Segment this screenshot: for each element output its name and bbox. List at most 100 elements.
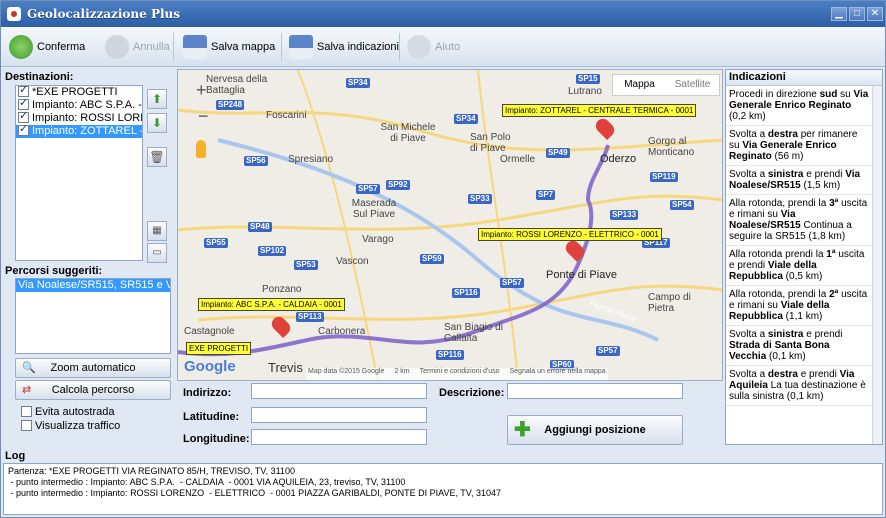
toolbar: Conferma Annulla Salva mappa Salva indic… (1, 27, 885, 67)
confirm-label: Conferma (37, 41, 86, 53)
log-label: Log (5, 450, 26, 462)
map-view[interactable]: SP34 SP15 SP248 SP34 SP49 SP56 SP119 SP5… (177, 69, 723, 381)
grid-icon: ▦ (152, 225, 162, 236)
marker-label: Impianto: ABC S.P.A. - CALDAIA - 0001 (198, 298, 345, 311)
destination-label: Impianto: ROSSI LORENZ (32, 112, 142, 124)
save-map-label: Salva mappa (211, 41, 276, 53)
town-label: Varago (362, 234, 394, 245)
toolbar-separator (173, 33, 174, 61)
plus-icon: ✚ (514, 419, 531, 441)
destination-item[interactable]: Impianto: ABC S.P.A. - C (16, 99, 142, 112)
town-label: San Biagio di Callalta (444, 322, 503, 344)
road-shield: SP102 (258, 246, 287, 256)
direction-step: Svolta a sinistra e prendi Via Noalese/S… (726, 166, 872, 195)
destination-item[interactable]: *EXE PROGETTI (16, 86, 142, 99)
window-view-button[interactable]: ▭ (147, 243, 167, 263)
magnifier-icon: 🔍 (22, 362, 36, 374)
road-shield: SP54 (670, 200, 694, 210)
delete-button[interactable]: 🗑 (147, 147, 167, 167)
help-label: Aiuto (435, 41, 461, 53)
move-up-button[interactable]: ⬆ (147, 89, 167, 109)
minimize-button[interactable]: ▁ (831, 7, 847, 21)
google-logo: Google (184, 358, 236, 375)
road-shield: SP59 (420, 254, 444, 264)
zoom-auto-button[interactable]: 🔍 Zoom automatico (15, 358, 171, 378)
longitude-input[interactable] (251, 429, 427, 445)
help-button[interactable]: Aiuto (407, 31, 460, 63)
arrow-down-icon: ⬇ (151, 116, 163, 130)
description-input[interactable] (507, 383, 683, 399)
log-text: Partenza: *EXE PROGETTI VIA REGINATO 85/… (3, 463, 883, 515)
road-shield: SP53 (294, 260, 318, 270)
power-icon (105, 35, 129, 59)
zoom-out-button[interactable]: − (198, 106, 209, 127)
route-icon: ⇄ (22, 384, 32, 396)
map-report-link[interactable]: Segnala un errore nella mappa (510, 368, 606, 380)
avoid-highway-option[interactable]: Evita autostrada (21, 406, 115, 418)
checkbox-checked[interactable] (18, 125, 29, 136)
save-directions-button[interactable]: Salva indicazioni (289, 31, 399, 63)
map-type-map[interactable]: Mappa (613, 75, 666, 95)
checkbox-checked[interactable] (18, 99, 29, 110)
checkbox-checked[interactable] (18, 86, 29, 97)
pegman-icon[interactable] (196, 140, 206, 158)
arrow-up-icon: ⬆ (151, 92, 163, 106)
town-label: Trevis (268, 360, 303, 375)
grid-view-button[interactable]: ▦ (147, 221, 167, 241)
directions-panel[interactable]: Procedi in direzione sud su Via Generale… (725, 69, 883, 445)
town-label: Carbonera (318, 326, 366, 337)
latitude-label: Latitudine: (183, 411, 240, 423)
cancel-button[interactable]: Annulla (105, 31, 170, 63)
save-map-button[interactable]: Salva mappa (183, 31, 275, 63)
road-shield: SP116 (452, 288, 480, 298)
map-type-satellite[interactable]: Satellite (666, 75, 719, 95)
town-label: Lutrano (568, 86, 602, 97)
toolbar-separator (281, 33, 282, 61)
latitude-input[interactable] (251, 407, 427, 423)
road-shield: SP34 (454, 114, 478, 124)
marker-label: Impianto: ROSSI LORENZO - ELETTRICO - 00… (478, 228, 662, 241)
road-shield: SP57 (596, 346, 620, 356)
maximize-button[interactable]: □ (849, 7, 865, 21)
destination-item[interactable]: Impianto: ROSSI LORENZ (16, 112, 142, 125)
destination-item-selected[interactable]: Impianto: ZOTTAREL - ( (16, 125, 142, 138)
close-button[interactable]: ✕ (867, 7, 883, 21)
road-shield: SP56 (244, 156, 268, 166)
map-scale: 2 km (394, 368, 410, 375)
town-label: Spresiano (288, 154, 334, 165)
destinations-list[interactable]: *EXE PROGETTI Impianto: ABC S.P.A. - C I… (15, 85, 143, 261)
save-directions-label: Salva indicazioni (317, 41, 399, 53)
routes-list[interactable]: Via Noalese/SR515, SR515 e Viale (15, 278, 171, 354)
map-terms-link[interactable]: Termini e condizioni d'uso (420, 368, 500, 380)
address-input[interactable] (251, 383, 427, 399)
confirm-button[interactable]: Conferma (9, 31, 85, 63)
road-shield: SP92 (386, 180, 410, 190)
checkbox-checked[interactable] (18, 112, 29, 123)
directions-scrollbar[interactable] (872, 86, 882, 444)
calculate-route-button[interactable]: ⇄ Calcola percorso (15, 380, 171, 400)
app-window: Geolocalizzazione Plus ▁ □ ✕ Conferma An… (0, 0, 886, 518)
add-position-button[interactable]: ✚ Aggiungi posizione (507, 415, 683, 445)
town-label: Vascon (336, 256, 369, 267)
checkbox-unchecked[interactable] (21, 420, 32, 431)
floppy-icon (183, 35, 207, 59)
show-traffic-label: Visualizza traffico (35, 420, 121, 432)
checkbox-unchecked[interactable] (21, 406, 32, 417)
road-shield: SP133 (610, 210, 639, 220)
town-label: Castagnole (184, 326, 235, 337)
road-shield: SP34 (346, 78, 370, 88)
zoom-in-button[interactable]: + (196, 80, 207, 101)
road-shield: SP7 (536, 190, 556, 200)
map-copyright: Map data ©2015 Google (308, 368, 385, 375)
help-icon (407, 35, 431, 59)
road-shield: SP15 (576, 74, 600, 84)
road-shield: SP116 (436, 350, 464, 360)
marker-label: EXE PROGETTI (186, 342, 252, 355)
check-icon (9, 35, 33, 59)
toolbar-separator (399, 33, 400, 61)
show-traffic-option[interactable]: Visualizza traffico (21, 420, 120, 432)
move-down-button[interactable]: ⬇ (147, 113, 167, 133)
direction-step: Alla rotonda, prendi la 2ª uscita e rima… (726, 286, 872, 326)
route-item-selected[interactable]: Via Noalese/SR515, SR515 e Viale (16, 279, 170, 292)
cancel-label: Annulla (133, 41, 170, 53)
